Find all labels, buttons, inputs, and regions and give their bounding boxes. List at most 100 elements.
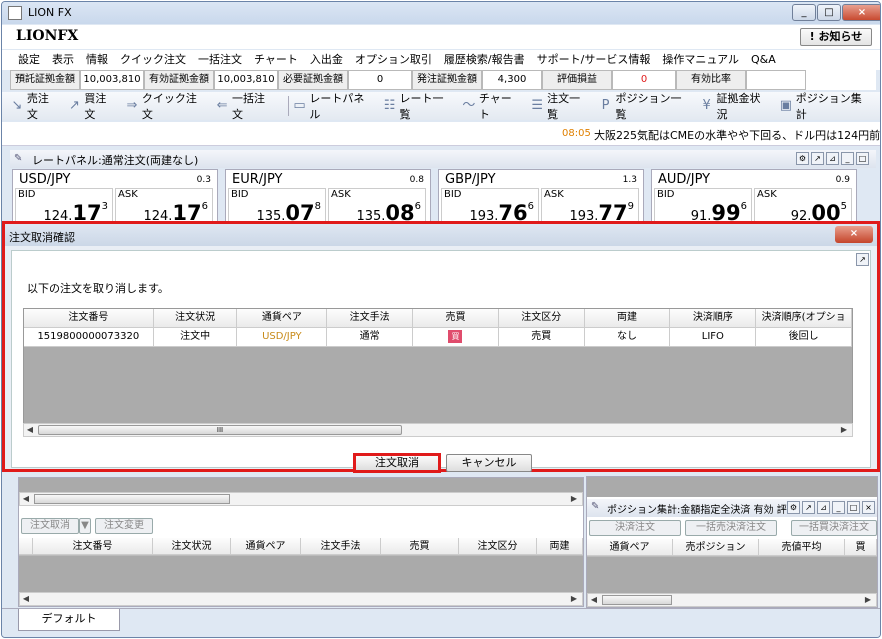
scroll-left-icon[interactable]: ◀ (588, 594, 600, 606)
ask-button[interactable]: ASK 135.086 (328, 188, 426, 225)
scroll-left-icon[interactable]: ◀ (20, 593, 32, 605)
rate-panel-title: レートパネル:通常注文(両建なし) (32, 154, 199, 167)
ticker-text[interactable]: 大阪225気配はCMEの水準やや下回る、ドル円は124円前半 (594, 127, 880, 143)
column-header: 決済順序(オプショ (756, 309, 853, 328)
detach-icon[interactable]: ↗ (811, 152, 824, 165)
pair-name: AUD/JPY (658, 172, 711, 187)
scroll-thumb[interactable] (602, 595, 672, 605)
toolbar-buy-order-button[interactable]: ↗ 買注文 (68, 90, 118, 122)
toolbar-sell-order-button[interactable]: ↘ 売注文 (10, 90, 60, 122)
position-scrollbar[interactable]: ◀ ▶ (587, 593, 877, 607)
bid-label: BID (444, 189, 462, 200)
minimize-button[interactable]: _ (792, 4, 816, 21)
dialog-message: 以下の注文を取り消します。 (27, 282, 169, 295)
column-header: 注文状況 (153, 309, 238, 328)
title-bar: LION FX _ □ × (2, 2, 880, 24)
scroll-thumb[interactable] (34, 494, 230, 504)
pin-icon[interactable]: ⊿ (826, 152, 839, 165)
bid-button[interactable]: BID 124.173 (15, 188, 113, 225)
cancel-order-hscroll[interactable]: ◀ III ▶ (23, 423, 853, 437)
panel-minimize-icon[interactable]: _ (832, 501, 845, 514)
order-list-top-scrollbar[interactable]: ◀ ▶ (19, 492, 583, 506)
order-cancel-button[interactable]: 注文取消 (21, 518, 79, 534)
menu-item-8[interactable]: 履歴検索/報告書 (438, 50, 531, 70)
panel-maximize-icon[interactable]: □ (856, 152, 869, 165)
rate-card-eurjpy: EUR/JPY 0.8 BID 135.078 ASK 135.086 (225, 169, 431, 225)
cell-text: 1519800000073320 (37, 331, 140, 342)
menu-item-11[interactable]: Q&A (745, 50, 782, 70)
table-row[interactable]: 1519800000073320 注文中 USD/JPY 通常 買 売買 なし LIFO 後回し (24, 328, 853, 347)
settings-icon[interactable]: ⚙ (796, 152, 809, 165)
menu-item-7[interactable]: オプション取引 (349, 50, 438, 70)
scroll-thumb[interactable]: III (38, 425, 402, 435)
toolbar-rate-list-button[interactable]: ☷ レート一覧 (383, 90, 454, 122)
order-change-button[interactable]: 注文変更 (95, 518, 153, 534)
tab-default[interactable]: デフォルト (18, 609, 120, 631)
menu-item-4[interactable]: 一括注文 (192, 50, 248, 70)
ask-button[interactable]: ASK 124.176 (115, 188, 213, 225)
bulk-sell-settle-button[interactable]: 一括売決済注文 (685, 520, 777, 536)
ask-button[interactable]: ASK 193.779 (541, 188, 639, 225)
notify-button[interactable]: ! お知らせ (800, 28, 872, 46)
confirm-cancel-order-button[interactable]: 注文取消 (353, 453, 441, 473)
rate-card-audjpy: AUD/JPY 0.9 BID 91.996 ASK 92.005 (651, 169, 857, 225)
menu-item-3[interactable]: クイック注文 (114, 50, 192, 70)
panel-close-icon[interactable]: × (862, 501, 875, 514)
menu-item-10[interactable]: 操作マニュアル (656, 50, 745, 70)
scroll-left-icon[interactable]: ◀ (24, 424, 36, 436)
toolbar-rate-panel-button[interactable]: ▭ レートパネル (293, 90, 375, 122)
toolbar-label: 買注文 (84, 92, 107, 121)
menu-item-1[interactable]: 表示 (46, 50, 80, 70)
toolbar-order-list-button[interactable]: ☰ 注文一覧 (530, 90, 590, 122)
position-table: 通貨ペア 売ポジション 売値平均買 (587, 539, 877, 557)
pair-name: GBP/JPY (445, 172, 496, 187)
select-all-checkbox[interactable] (19, 538, 33, 555)
order-list-scrollbar[interactable]: ◀ ▶ (19, 592, 583, 606)
column-header: 注文区分 (459, 538, 537, 555)
dialog-close-button[interactable]: × (835, 226, 873, 243)
cancel-order-table: 注文番号 注文状況 通貨ペア 注文手法 売買 注文区分 両建 決済順序 決済順序(オプショ 15… (23, 308, 853, 434)
toolbar-margin-status-button[interactable]: ¥ 証拠金状況 (700, 90, 771, 122)
order-cancel-dropdown[interactable]: ▼ (79, 518, 91, 534)
maximize-button[interactable]: □ (817, 4, 841, 21)
pin-icon[interactable]: ⊿ (817, 501, 830, 514)
bid-button[interactable]: BID 135.078 (228, 188, 326, 225)
scroll-right-icon[interactable]: ▶ (862, 594, 874, 606)
menu-item-0[interactable]: 設定 (12, 50, 46, 70)
toolbar-chart-button[interactable]: 〜チャート (462, 90, 522, 122)
settle-order-button[interactable]: 決済注文 (589, 520, 681, 536)
ask-button[interactable]: ASK 92.005 (754, 188, 852, 225)
panel-minimize-icon[interactable]: _ (841, 152, 854, 165)
table-cell: USD/JPY (237, 328, 328, 347)
toolbar-quick-order-button[interactable]: ⇒ クイック注文 (125, 90, 207, 122)
menu-item-6[interactable]: 入出金 (304, 50, 349, 70)
spread: 0.3 (196, 175, 211, 185)
settings-icon[interactable]: ⚙ (787, 501, 800, 514)
toolbar-position-summary-button[interactable]: ▣ ポジション集計 (779, 90, 872, 122)
detach-icon[interactable]: ↗ (802, 501, 815, 514)
close-button[interactable]: × (842, 4, 880, 21)
margin-value: 0 (348, 70, 412, 90)
scroll-right-icon[interactable]: ▶ (568, 593, 580, 605)
ask-label: ASK (331, 189, 351, 200)
scroll-right-icon[interactable]: ▶ (568, 493, 580, 505)
menu-item-5[interactable]: チャート (248, 50, 304, 70)
dialog-cancel-button[interactable]: キャンセル (446, 454, 532, 472)
table-cell: 1519800000073320 (24, 328, 154, 347)
expand-icon[interactable]: ↗ (856, 253, 869, 266)
bid-button[interactable]: BID 91.996 (654, 188, 752, 225)
toolbar-bulk-order-button[interactable]: ⇐ 一括注文 (215, 90, 275, 122)
table-cell: LIFO (670, 328, 757, 347)
cell-text: 後回し (788, 331, 819, 342)
toolbar-position-list-button[interactable]: P ポジション一覧 (599, 90, 692, 122)
scroll-right-icon[interactable]: ▶ (838, 424, 850, 436)
panel-maximize-icon[interactable]: □ (847, 501, 860, 514)
toolbar-label: レート一覧 (399, 92, 444, 121)
scroll-left-icon[interactable]: ◀ (20, 493, 32, 505)
price-pip: 5 (840, 201, 847, 212)
cell-text: 売買 (531, 331, 552, 342)
bid-button[interactable]: BID 193.766 (441, 188, 539, 225)
menu-item-9[interactable]: サポート/サービス情報 (531, 50, 657, 70)
menu-item-2[interactable]: 情報 (80, 50, 114, 70)
bulk-buy-settle-button[interactable]: 一括買決済注文 (791, 520, 877, 536)
